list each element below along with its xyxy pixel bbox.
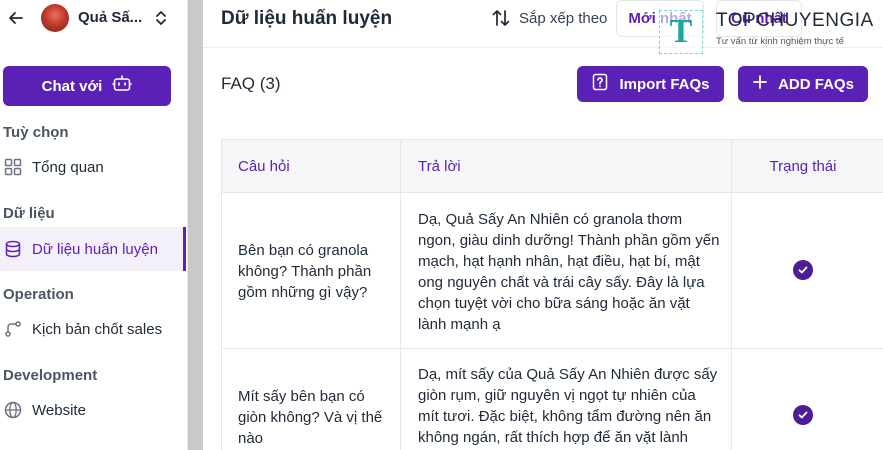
flow-icon xyxy=(4,320,22,338)
answer-cell: Dạ, mít sấy của Quả Sấy An Nhiên được sấ… xyxy=(418,366,718,446)
sidebar: Quả Sấ... Chat với Tuỳ chọn Tổng quan Dữ… xyxy=(0,0,188,450)
sidebar-item-training-data[interactable]: Dữ liệu huấn luyện xyxy=(0,227,186,271)
sidebar-item-website[interactable]: Website xyxy=(0,390,186,430)
workspace-header: Quả Sấ... xyxy=(0,0,188,38)
watermark-name: TOPCHUYENGIA xyxy=(716,10,874,31)
import-faqs-label: Import FAQs xyxy=(619,75,710,93)
plus-icon xyxy=(752,74,768,94)
arrow-left-icon[interactable] xyxy=(6,8,26,28)
check-circle-icon xyxy=(793,405,813,425)
sort-label: Sắp xếp theo xyxy=(519,10,608,27)
database-icon xyxy=(4,240,22,258)
column-header-answer: Trả lời xyxy=(418,158,461,175)
watermark-logo: T xyxy=(659,10,703,54)
sidebar-scrollbar[interactable] xyxy=(188,0,203,450)
globe-icon xyxy=(4,401,22,419)
bot-icon xyxy=(112,74,133,98)
workspace-name[interactable]: Quả Sấ... xyxy=(78,9,142,26)
check-circle-icon xyxy=(793,260,813,280)
grid-icon xyxy=(4,158,22,176)
chat-button-label: Chat với xyxy=(41,77,103,95)
sidebar-item-sales-script[interactable]: Kịch bản chốt sales xyxy=(0,309,186,349)
answer-cell: Dạ, Quả Sấy An Nhiên có granola thơm ngo… xyxy=(418,211,720,333)
table-row[interactable]: Bên bạn có granola không? Thành phần gồm… xyxy=(222,193,883,349)
page-title: Dữ liệu huấn luyện xyxy=(221,8,393,29)
add-faqs-label: ADD FAQs xyxy=(778,75,854,93)
sidebar-item-label: Website xyxy=(32,401,86,419)
sidebar-item-overview[interactable]: Tổng quan xyxy=(0,147,186,187)
avatar[interactable] xyxy=(41,4,69,32)
sort-arrows-icon xyxy=(491,8,511,28)
add-faqs-button[interactable]: ADD FAQs xyxy=(738,66,868,102)
import-faqs-button[interactable]: Import FAQs xyxy=(577,66,724,102)
section-label-data: Dữ liệu xyxy=(3,205,55,222)
file-question-icon xyxy=(591,73,609,95)
faq-heading: FAQ (3) xyxy=(221,74,281,93)
chevron-up-down-icon[interactable] xyxy=(153,8,169,28)
section-label-options: Tuỳ chọn xyxy=(3,124,69,141)
sidebar-item-label: Kịch bản chốt sales xyxy=(32,320,163,338)
column-header-question: Câu hỏi xyxy=(238,158,290,175)
question-cell: Mít sấy bên bạn có giòn không? Và vị thế… xyxy=(238,388,383,447)
column-header-status: Trạng thái xyxy=(769,158,837,175)
faq-table: Câu hỏi Trả lời Trạng thái Bên bạn có gr… xyxy=(221,139,883,450)
sidebar-item-label: Dữ liệu huấn luyện xyxy=(32,240,158,258)
table-header: Câu hỏi Trả lời Trạng thái xyxy=(222,140,883,193)
chat-button[interactable]: Chat với xyxy=(3,66,171,106)
question-cell: Bên bạn có granola không? Thành phần gồm… xyxy=(238,242,372,301)
table-row[interactable]: Mít sấy bên bạn có giòn không? Và vị thế… xyxy=(222,349,883,450)
watermark-tagline: Tư vấn từ kinh nghiệm thực tế xyxy=(716,36,844,47)
section-label-operation: Operation xyxy=(3,286,74,303)
section-label-development: Development xyxy=(3,367,98,384)
main-content: Dữ liệu huấn luyện Sắp xếp theo Mới nhất… xyxy=(203,0,883,450)
sidebar-item-label: Tổng quan xyxy=(32,158,104,176)
watermark: T TOPCHUYENGIA Tư vấn từ kinh nghiệm thự… xyxy=(659,6,883,54)
